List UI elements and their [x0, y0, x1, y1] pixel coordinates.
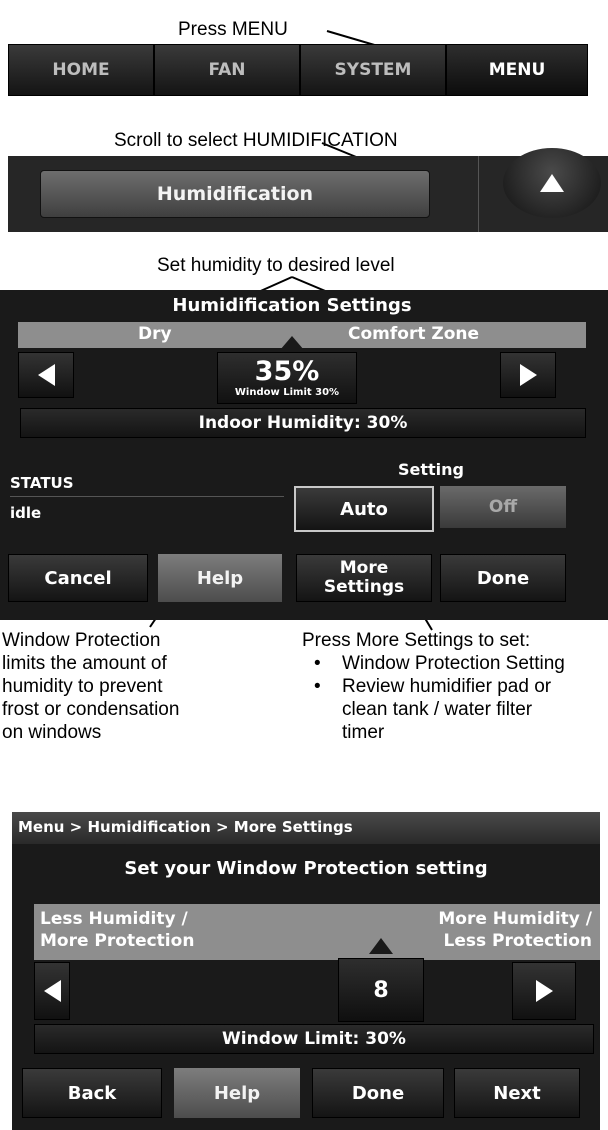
right-arrow-icon [519, 364, 537, 386]
window-protection-callout: Window Protection limits the amount of h… [2, 629, 242, 744]
wp-title: Set your Window Protection setting [124, 858, 488, 879]
protection-range-bar: Less Humidity / More Protection More Hum… [34, 904, 600, 960]
help-button[interactable]: Help [158, 554, 282, 602]
more-settings-callout-title: Press More Settings to set: [302, 630, 531, 651]
status-label: STATUS [10, 474, 74, 492]
wp-help-button[interactable]: Help [174, 1068, 300, 1118]
left-arrow-icon [37, 364, 55, 386]
up-arrow-icon [540, 174, 564, 192]
menu-bar: HOME FAN SYSTEM MENU [8, 44, 588, 96]
wp-window-limit: Window Limit: 30% [222, 1029, 406, 1049]
back-button[interactable]: Back [22, 1068, 162, 1118]
level-marker-icon [280, 336, 304, 350]
status-value: idle [10, 504, 42, 522]
more-settings-label-2: Settings [323, 577, 405, 597]
wp-line-1: Window Protection [2, 630, 161, 651]
tab-fan[interactable]: FAN [154, 44, 300, 96]
next-button[interactable]: Next [454, 1068, 580, 1118]
scroll-panel: Humidification [8, 148, 608, 232]
cancel-button[interactable]: Cancel [8, 554, 148, 602]
scroll-up-button[interactable] [503, 148, 601, 218]
tab-system[interactable]: SYSTEM [300, 44, 446, 96]
dry-label: Dry [138, 324, 172, 344]
increase-button[interactable] [500, 352, 556, 398]
set-humidity-callout: Set humidity to desired level [157, 255, 395, 276]
wp-increase-button[interactable] [512, 962, 576, 1020]
humidification-settings-screen: Humidification Settings Dry Comfort Zone… [0, 290, 608, 620]
comfort-zone-label: Comfort Zone [348, 324, 480, 344]
status-divider [10, 496, 284, 497]
tab-home[interactable]: HOME [8, 44, 154, 96]
more-settings-label-1: More [339, 558, 389, 578]
more-settings-callout: Press More Settings to set: Window Prote… [302, 629, 608, 744]
wp-value-box: 8 [338, 958, 424, 1022]
more-humidity-label: More Humidity / Less Protection [438, 908, 592, 952]
less-humidity-line-1: Less Humidity / [40, 909, 188, 929]
wp-left-arrow-icon [43, 980, 61, 1002]
wp-line-3: humidity to prevent [2, 676, 163, 697]
scroll-select-callout: Scroll to select HUMIDIFICATION [114, 130, 398, 151]
humidification-item[interactable]: Humidification [40, 170, 430, 218]
wp-right-arrow-icon [535, 980, 553, 1002]
panel-divider [478, 156, 479, 232]
wp-line-2: limits the amount of [2, 653, 167, 674]
tab-menu[interactable]: MENU [446, 44, 588, 96]
wp-value: 8 [373, 977, 389, 1003]
window-limit-bar: Window Limit: 30% [34, 1024, 594, 1054]
indoor-humidity-bar: Indoor Humidity: 30% [20, 408, 586, 438]
wp-line-4: frost or condensation [2, 699, 180, 720]
bullet-window-protection: Window Protection Setting [302, 652, 608, 675]
less-humidity-label: Less Humidity / More Protection [40, 908, 194, 952]
more-humidity-line-2: Less Protection [443, 931, 592, 951]
bullet-humidifier-pad: Review humidifier pad or clean tank / wa… [302, 675, 562, 744]
done-button[interactable]: Done [440, 554, 566, 602]
screen-title: Humidification Settings [172, 295, 412, 316]
window-protection-screen: Menu > Humidification > More Settings Se… [12, 812, 600, 1130]
off-button[interactable]: Off [440, 486, 566, 528]
protection-marker-icon [369, 938, 393, 954]
setting-label: Setting [398, 460, 464, 479]
less-humidity-line-2: More Protection [40, 931, 195, 951]
humidity-value-box: 35% Window Limit 30% [217, 352, 357, 404]
window-limit-text: Window Limit 30% [234, 387, 340, 398]
humidity-value: 35% [254, 356, 320, 387]
more-settings-button[interactable]: More Settings [296, 554, 432, 602]
auto-button[interactable]: Auto [294, 486, 434, 532]
wp-done-button[interactable]: Done [312, 1068, 444, 1118]
wp-decrease-button[interactable] [34, 962, 70, 1020]
breadcrumb: Menu > Humidification > More Settings [18, 818, 353, 836]
wp-line-5: on windows [2, 722, 102, 743]
decrease-button[interactable] [18, 352, 74, 398]
more-humidity-line-1: More Humidity / [438, 909, 592, 929]
breadcrumb-bar: Menu > Humidification > More Settings [12, 812, 600, 844]
indoor-humidity-text: Indoor Humidity: 30% [198, 413, 408, 433]
